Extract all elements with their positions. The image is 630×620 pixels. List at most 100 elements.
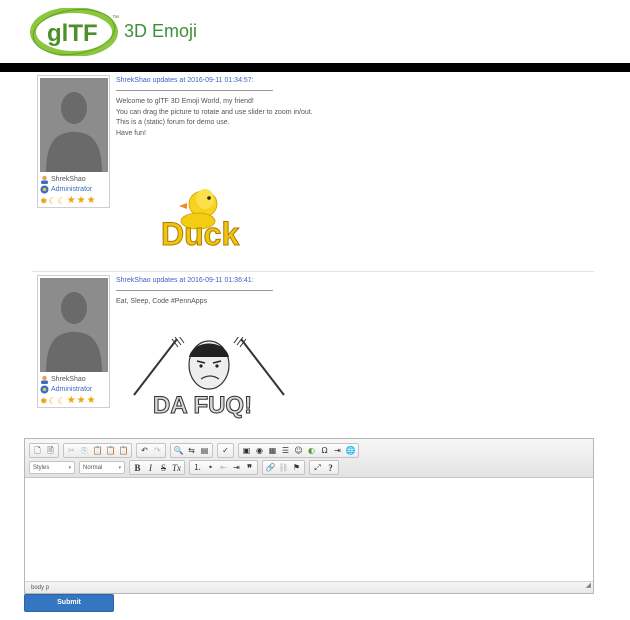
undo-icon[interactable]: ↶: [139, 445, 150, 457]
avatar[interactable]: [40, 278, 108, 372]
moon-icon: ☾: [48, 395, 57, 406]
moon-icon: ☾: [48, 195, 57, 206]
star-icon: ★: [86, 194, 96, 206]
help-icon[interactable]: ?: [325, 462, 336, 474]
outdent-icon[interactable]: ⇤: [218, 462, 229, 474]
user-role: Administrator: [51, 385, 93, 393]
admin-icon: [40, 185, 49, 193]
copy-icon[interactable]: ⎘: [79, 445, 90, 457]
post-header[interactable]: ShrekShao updates at 2016-09-11 01:36:41…: [116, 277, 254, 284]
post-body: Eat, Sleep, Code #PennApps: [116, 297, 207, 308]
post-line: Eat, Sleep, Code #PennApps: [116, 298, 208, 305]
moon-icon: ☾: [57, 395, 66, 406]
anchor-icon[interactable]: ⚑: [291, 462, 302, 474]
toolbar-group-document: 🗋 🗎: [29, 443, 59, 458]
default-avatar-icon: [40, 78, 108, 172]
select-all-icon[interactable]: ▤: [199, 445, 210, 457]
link-icon[interactable]: 🔗: [265, 462, 276, 474]
styles-dropdown[interactable]: Styles ▾: [29, 461, 75, 474]
special-char-icon[interactable]: Ω: [319, 445, 330, 457]
post-line: You can drag the picture to rotate and u…: [116, 108, 313, 116]
find-icon[interactable]: 🔍: [173, 445, 184, 457]
paste-text-icon[interactable]: 📋: [105, 445, 116, 457]
svg-text:glTF: glTF: [47, 20, 98, 47]
avatar[interactable]: [40, 78, 108, 172]
user-icon: [41, 375, 48, 384]
editor-toolbar: 🗋 🗎 ✂ ⎘ 📋 📋 📋 ↶ ↷ 🔍 ⇆ ▤ ✓ ▣ ◉ ▦ ☰ ☺ ◐ Ω …: [25, 439, 593, 478]
image-icon[interactable]: ▣: [241, 445, 252, 457]
resize-grip-icon[interactable]: ◢: [586, 580, 591, 592]
table-icon[interactable]: ▦: [267, 445, 278, 457]
dafuq-3d-emoji[interactable]: DA FUQ!: [129, 337, 289, 419]
username[interactable]: ShrekShao: [51, 376, 86, 383]
username[interactable]: ShrekShao: [51, 176, 86, 183]
paste-word-icon[interactable]: 📋: [118, 445, 129, 457]
bulleted-list-icon[interactable]: •: [205, 462, 216, 474]
gltf-logo[interactable]: glTF ™: [30, 8, 122, 56]
forum-post: ShrekShao Administrator ✹ ☾ ☾ ★ ★ ★ Shre…: [32, 271, 594, 431]
post-body: Welcome to glTF 3D Emoji World, my frien…: [116, 97, 313, 139]
user-icon: [41, 175, 48, 184]
blockquote-icon[interactable]: ❞: [244, 462, 255, 474]
toolbar-group-find: 🔍 ⇆ ▤: [170, 443, 213, 458]
user-card: ShrekShao Administrator ✹ ☾ ☾ ★ ★ ★: [37, 275, 110, 408]
numbered-list-icon[interactable]: ⒈: [192, 462, 203, 474]
duck-3d-emoji[interactable]: Duck: [157, 177, 267, 252]
default-avatar-icon: [40, 278, 108, 372]
user-role-row: Administrator: [40, 384, 92, 394]
user-role: Administrator: [51, 185, 93, 193]
format-dropdown[interactable]: Normal ▾: [79, 461, 125, 474]
toolbar-group-undo: ↶ ↷: [136, 443, 166, 458]
paste-icon[interactable]: 📋: [92, 445, 103, 457]
rich-text-editor: 🗋 🗎 ✂ ⎘ 📋 📋 📋 ↶ ↷ 🔍 ⇆ ▤ ✓ ▣ ◉ ▦ ☰ ☺ ◐ Ω …: [24, 438, 594, 594]
star-icon: ★: [66, 194, 76, 206]
emoji-3d-icon[interactable]: ◐: [306, 445, 317, 457]
post-line: Welcome to glTF 3D Emoji World, my frien…: [116, 98, 254, 105]
toolbar-group-lists: ⒈ • ⇤ ⇥ ❞: [189, 460, 258, 475]
toolbar-group-tools: ⤢ ?: [309, 460, 339, 475]
format-label: Normal: [83, 464, 103, 471]
editor-content-area[interactable]: [25, 479, 593, 579]
admin-icon: [40, 385, 49, 393]
moon-icon: ☾: [57, 195, 66, 206]
element-path[interactable]: body p: [31, 585, 49, 591]
indent-icon[interactable]: ⇥: [231, 462, 242, 474]
iframe-icon[interactable]: 🌐: [345, 445, 356, 457]
chevron-down-icon: ▾: [118, 464, 121, 471]
cut-icon[interactable]: ✂: [66, 445, 77, 457]
strike-icon[interactable]: S: [158, 462, 169, 474]
svg-text:DA FUQ!: DA FUQ!: [153, 392, 252, 419]
replace-icon[interactable]: ⇆: [186, 445, 197, 457]
styles-label: Styles: [33, 464, 50, 471]
post-divider: [116, 90, 273, 91]
italic-icon[interactable]: I: [145, 462, 156, 474]
preview-icon[interactable]: 🗎: [45, 445, 56, 457]
page-break-icon[interactable]: ⇥: [332, 445, 343, 457]
post-line: Have fun!: [116, 129, 146, 137]
rank-badges: ✹ ☾ ☾ ★ ★ ★: [40, 195, 97, 206]
post-header[interactable]: ShrekShao updates at 2016-09-11 01:34:57…: [116, 77, 254, 84]
star-icon: ★: [86, 394, 96, 406]
flash-icon[interactable]: ◉: [254, 445, 265, 457]
remove-format-icon[interactable]: Tx: [171, 462, 182, 474]
new-page-icon[interactable]: 🗋: [32, 445, 43, 457]
unlink-icon[interactable]: ⛓: [278, 462, 289, 474]
star-icon: ★: [66, 394, 76, 406]
toolbar-row: Styles ▾ Normal ▾ B I S Tx ⒈ • ⇤ ⇥ ❞ 🔗 ⛓…: [29, 460, 343, 475]
bold-icon[interactable]: B: [132, 462, 143, 474]
editor-statusbar: body p ◢: [25, 581, 593, 593]
submit-button[interactable]: Submit: [24, 594, 114, 612]
user-role-row: Administrator: [40, 184, 92, 194]
toolbar-row: 🗋 🗎 ✂ ⎘ 📋 📋 📋 ↶ ↷ 🔍 ⇆ ▤ ✓ ▣ ◉ ▦ ☰ ☺ ◐ Ω …: [29, 443, 363, 458]
user-card: ShrekShao Administrator ✹ ☾ ☾ ★ ★ ★: [37, 75, 110, 208]
site-title: 3D Emoji: [124, 21, 198, 41]
toolbar-group-basicstyles: B I S Tx: [129, 460, 185, 475]
star-icon: ★: [76, 194, 86, 206]
spellcheck-icon[interactable]: ✓: [220, 445, 231, 457]
redo-icon[interactable]: ↷: [152, 445, 163, 457]
site-header: glTF ™ 3D Emoji: [0, 0, 630, 63]
toolbar-group-links: 🔗 ⛓ ⚑: [262, 460, 305, 475]
maximize-icon[interactable]: ⤢: [312, 462, 323, 474]
smiley-icon[interactable]: ☺: [293, 445, 304, 457]
horizontal-line-icon[interactable]: ☰: [280, 445, 291, 457]
